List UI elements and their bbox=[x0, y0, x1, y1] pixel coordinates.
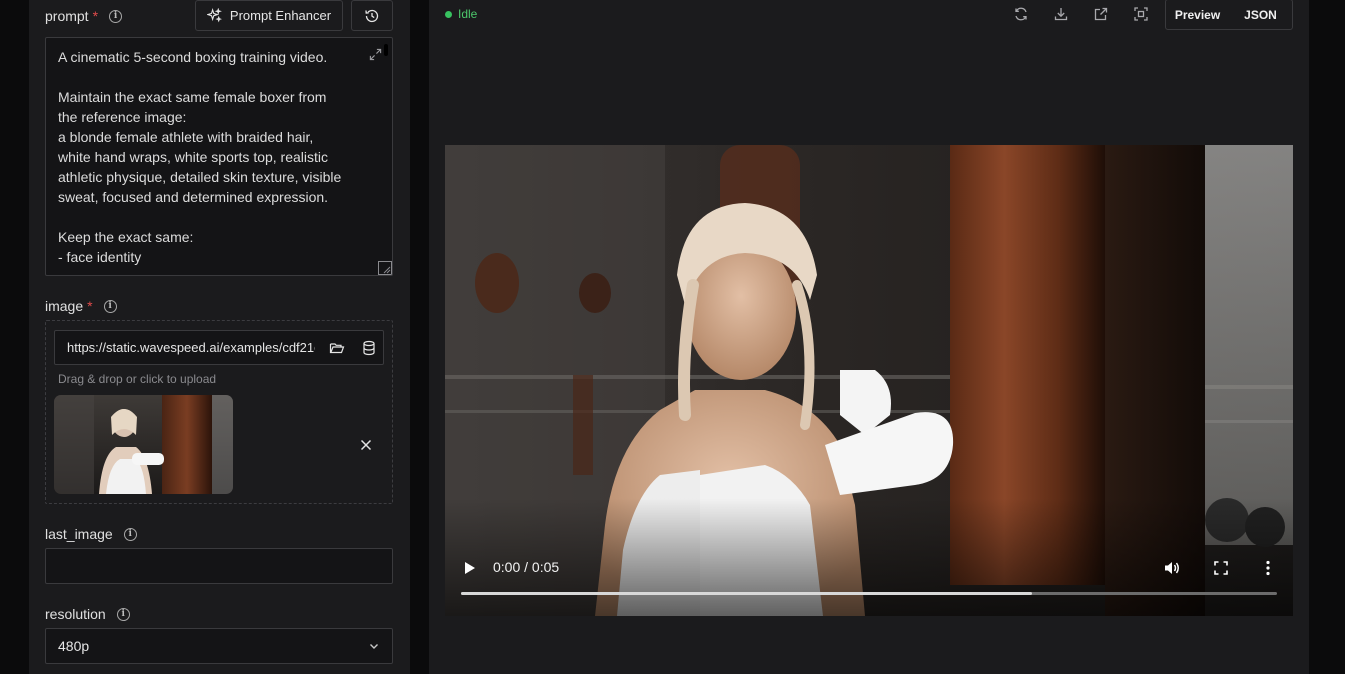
status-indicator: Idle bbox=[445, 7, 477, 21]
play-icon[interactable] bbox=[463, 561, 477, 575]
resize-handle[interactable] bbox=[378, 261, 392, 275]
fullscreen-icon[interactable] bbox=[1133, 6, 1149, 22]
video-frame bbox=[445, 145, 1293, 616]
video-progress-bar[interactable] bbox=[461, 592, 1277, 595]
resolution-label-row: resolution i bbox=[45, 606, 130, 622]
last-image-input[interactable] bbox=[45, 548, 393, 584]
last-image-label-row: last_image i bbox=[45, 526, 137, 542]
image-thumbnail bbox=[54, 395, 233, 494]
sparkles-icon bbox=[206, 8, 222, 23]
database-icon[interactable] bbox=[361, 340, 377, 356]
last-image-label: last_image bbox=[45, 526, 113, 542]
scrollbar-thumb[interactable] bbox=[384, 44, 388, 56]
output-panel: Idle Preview JSON 0:00 / 0:05 bbox=[429, 0, 1309, 674]
status-dot bbox=[445, 10, 452, 18]
prompt-label: prompt bbox=[45, 8, 89, 24]
image-upload-dropzone[interactable]: https://static.wavespeed.ai/examples/cdf… bbox=[45, 320, 393, 504]
video-time: 0:00 / 0:05 bbox=[493, 559, 559, 575]
view-toggle: Preview JSON bbox=[1165, 0, 1293, 30]
info-icon[interactable]: i bbox=[109, 9, 123, 23]
prompt-label-row: prompt * i bbox=[45, 8, 123, 24]
info-icon[interactable]: i bbox=[123, 527, 137, 541]
folder-icon[interactable] bbox=[329, 340, 345, 356]
image-label: image bbox=[45, 298, 84, 314]
video-time-separator: / bbox=[524, 559, 529, 575]
resolution-value: 480p bbox=[58, 638, 90, 654]
drag-drop-hint: Drag & drop or click to upload bbox=[58, 372, 217, 386]
more-options-icon[interactable] bbox=[1265, 560, 1271, 576]
video-buffered-bar bbox=[461, 592, 1033, 595]
volume-icon[interactable] bbox=[1163, 559, 1181, 577]
image-label-row: image * i bbox=[45, 298, 117, 314]
history-icon bbox=[365, 9, 379, 22]
prompt-required-mark: * bbox=[92, 8, 99, 24]
input-panel: prompt * i Prompt Enhancer A cinematic 5-… bbox=[29, 0, 410, 674]
prompt-text: A cinematic 5-second boxing training vid… bbox=[58, 49, 342, 265]
prompt-enhancer-label: Prompt Enhancer bbox=[229, 8, 332, 23]
status-text: Idle bbox=[458, 7, 478, 21]
external-link-icon[interactable] bbox=[1093, 6, 1109, 22]
image-url-input[interactable]: https://static.wavespeed.ai/examples/cdf… bbox=[54, 330, 384, 365]
resolution-select[interactable]: 480p bbox=[45, 628, 393, 664]
video-player[interactable]: 0:00 / 0:05 bbox=[445, 145, 1293, 616]
prompt-enhancer-button[interactable]: Prompt Enhancer bbox=[195, 0, 343, 31]
tab-json[interactable]: JSON bbox=[1229, 0, 1292, 29]
video-duration: 0:05 bbox=[531, 559, 560, 575]
image-required-mark: * bbox=[87, 298, 93, 314]
info-icon[interactable]: i bbox=[103, 299, 117, 313]
fullscreen-icon[interactable] bbox=[1214, 561, 1228, 575]
expand-icon[interactable] bbox=[369, 48, 382, 61]
image-url-text: https://static.wavespeed.ai/examples/cdf… bbox=[67, 340, 315, 355]
info-icon[interactable]: i bbox=[116, 607, 130, 621]
download-icon[interactable] bbox=[1053, 6, 1069, 22]
tab-preview[interactable]: Preview bbox=[1166, 0, 1229, 29]
remove-image-icon[interactable] bbox=[360, 439, 372, 451]
resolution-label: resolution bbox=[45, 606, 106, 622]
video-current-time: 0:00 bbox=[493, 559, 521, 575]
chevron-down-icon bbox=[370, 644, 378, 649]
refresh-icon[interactable] bbox=[1013, 6, 1029, 22]
prompt-textarea[interactable]: A cinematic 5-second boxing training vid… bbox=[45, 37, 393, 276]
prompt-history-button[interactable] bbox=[351, 0, 393, 31]
